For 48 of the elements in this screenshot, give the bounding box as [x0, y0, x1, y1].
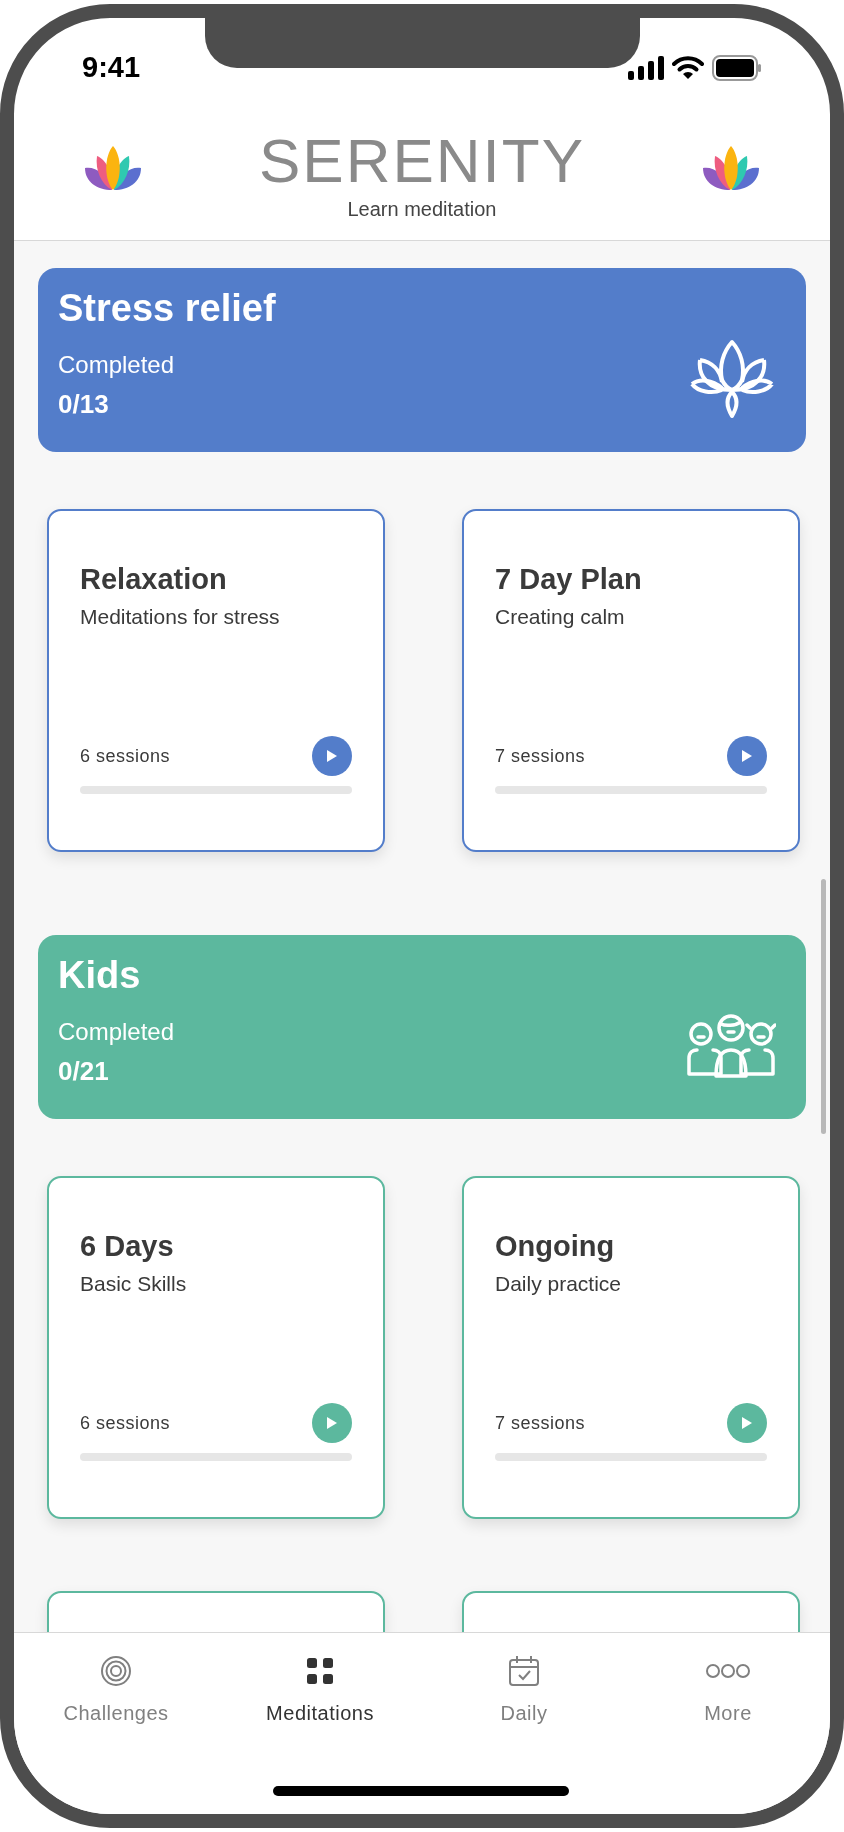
session-count: 6 sessions [80, 1411, 171, 1435]
session-count: 7 sessions [495, 744, 586, 768]
tab-item[interactable]: Challenges [14, 1653, 218, 1725]
play-icon [742, 1417, 752, 1429]
play-button[interactable] [312, 1403, 352, 1443]
more-icon [706, 1663, 750, 1679]
battery-icon [712, 55, 762, 81]
calendar-icon [508, 1655, 540, 1687]
session-count: 6 sessions [80, 744, 171, 768]
status-time: 9:41 [82, 50, 141, 86]
card-title: 6 Days [80, 1229, 175, 1264]
card-title: Relaxation [80, 562, 228, 597]
play-button[interactable] [727, 1403, 767, 1443]
category-title: Kids [58, 953, 142, 998]
play-button[interactable] [312, 736, 352, 776]
completed-count: 0/21 [58, 1055, 110, 1087]
card-subtitle: Basic Skills [80, 1271, 188, 1297]
app-title: SERENITY [258, 126, 586, 196]
meditation-card[interactable]: Ongoing Daily practice 7 sessions [462, 1176, 800, 1519]
tab-item[interactable]: Daily [422, 1653, 626, 1725]
play-icon [742, 750, 752, 762]
card-subtitle: Daily practice [495, 1271, 623, 1297]
wifi-icon [672, 56, 704, 80]
app-subtitle: Learn meditation [347, 197, 497, 222]
card-title: Ongoing [495, 1229, 616, 1264]
tab-item[interactable]: More [626, 1653, 830, 1725]
category-title: Stress relief [58, 286, 276, 331]
category-banner[interactable]: Stress relief Completed 0/13 [38, 268, 806, 452]
play-icon [327, 750, 337, 762]
lotus-logo [83, 146, 143, 192]
children-icon [686, 1014, 776, 1080]
meditation-card[interactable]: 7 Day Plan Creating calm 7 sessions [462, 509, 800, 852]
card-subtitle: Creating calm [495, 604, 626, 630]
completed-label: Completed [58, 1017, 175, 1047]
tab-item[interactable]: Meditations [218, 1653, 422, 1725]
completed-count: 0/13 [58, 388, 110, 420]
card-title: 7 Day Plan [495, 562, 643, 597]
concentric-circles-icon [100, 1655, 132, 1687]
meditation-card[interactable]: Relaxation Meditations for stress 6 sessions [47, 509, 385, 852]
session-count: 7 sessions [495, 1411, 586, 1435]
meditation-card[interactable]: 6 Days Basic Skills 6 sessions [47, 1176, 385, 1519]
card-subtitle: Meditations for stress [80, 604, 281, 630]
grid-icon [307, 1658, 333, 1684]
play-icon [327, 1417, 337, 1429]
play-button[interactable] [727, 736, 767, 776]
completed-label: Completed [58, 350, 176, 380]
signal-icon [628, 56, 664, 80]
lotus-logo [701, 146, 761, 192]
